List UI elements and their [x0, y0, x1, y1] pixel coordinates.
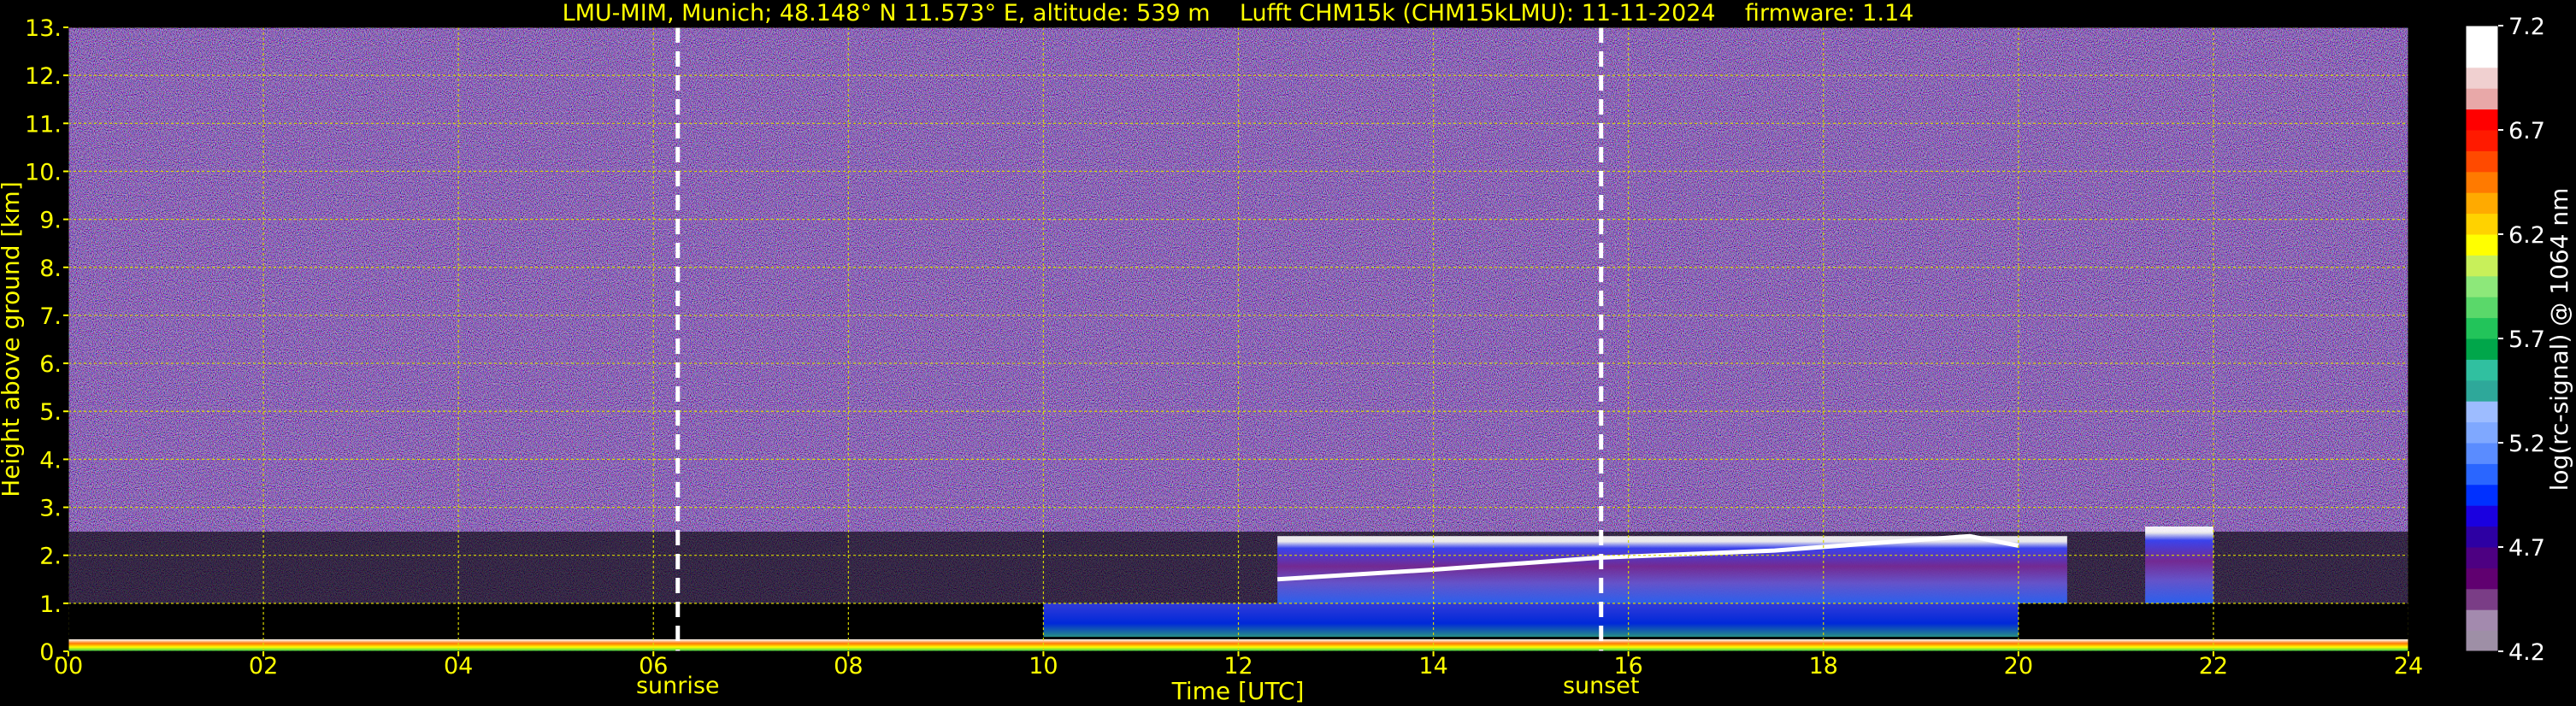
x-tick-label: 18: [1809, 653, 1838, 680]
colorbar-tick-label: 4.2: [2508, 639, 2545, 666]
y-axis-label: Height above ground [km]: [0, 181, 25, 497]
x-tick-label: 14: [1418, 653, 1447, 680]
colorbar-segment: [2466, 234, 2498, 256]
colorbar-segment: [2466, 67, 2498, 89]
colorbar-segment: [2466, 421, 2498, 444]
colorbar-segment: [2466, 275, 2498, 297]
y-tick-label: 9.: [39, 208, 62, 234]
lidar-chart: LMU-MIM, Munich; 48.148° N 11.573° E, al…: [0, 0, 2573, 705]
colorbar-segment: [2466, 297, 2498, 319]
colorbar-segment: [2466, 130, 2498, 151]
colorbar-segment: [2466, 213, 2498, 235]
colorbar-segment: [2466, 588, 2498, 610]
x-axis-label: Time [UTC]: [1171, 677, 1305, 705]
y-tick-label: 5.: [39, 399, 62, 426]
colorbar-label: log(rc-signal) @ 1064 nm: [2545, 188, 2573, 491]
colorbar-segment: [2466, 359, 2498, 381]
colorbar-segment: [2466, 609, 2498, 632]
colorbar-segment: [2466, 463, 2498, 485]
y-tick-label: 8.: [39, 256, 62, 282]
y-tick-label: 11.: [25, 111, 62, 138]
colorbar-segment: [2466, 46, 2498, 68]
colorbar-segment: [2466, 443, 2498, 464]
colorbar-segment: [2466, 109, 2498, 131]
colorbar-segment: [2466, 505, 2498, 527]
x-tick-label: 00: [54, 653, 83, 680]
y-tick-label: 13.: [25, 15, 62, 42]
aerosol-layer: [1043, 603, 2019, 638]
plot-area: [68, 27, 2408, 651]
colorbar-segment: [2466, 317, 2498, 339]
colorbar-segment: [2466, 26, 2498, 47]
x-tick-label: 12: [1223, 653, 1253, 680]
colorbar-segment: [2466, 171, 2498, 193]
colorbar-segment: [2466, 379, 2498, 402]
colorbar-segment: [2466, 192, 2498, 215]
y-tick-label: 2.: [39, 544, 62, 570]
colorbar-tick-label: 6.7: [2508, 118, 2545, 144]
y-tick-label: 10.: [25, 159, 62, 185]
colorbar-tick-label: 5.7: [2508, 327, 2545, 353]
colorbar-tick-label: 5.2: [2508, 431, 2545, 457]
colorbar-segment: [2466, 88, 2498, 110]
colorbar-segment: [2466, 484, 2498, 506]
sunset-label: sunset: [1563, 673, 1640, 699]
colorbar-segment: [2466, 547, 2498, 568]
colorbar-tick-label: 4.7: [2508, 535, 2545, 562]
colorbar-segment: [2466, 401, 2498, 423]
x-tick-label: 02: [249, 653, 278, 680]
colorbar-segment: [2466, 255, 2498, 277]
cloud-layer: [2145, 527, 2213, 603]
y-tick-label: 7.: [39, 303, 62, 330]
x-tick-label: 10: [1029, 653, 1058, 680]
x-tick-label: 22: [2199, 653, 2228, 680]
colorbar-segment: [2466, 150, 2498, 173]
colorbar-segment: [2466, 338, 2498, 360]
y-tick-label: 12.: [25, 63, 62, 90]
colorbar-segment: [2466, 630, 2498, 652]
x-tick-label: 20: [2004, 653, 2033, 680]
cloud-layer: [1277, 536, 2067, 603]
sunrise-label: sunrise: [636, 673, 720, 699]
colorbar-tick-label: 7.2: [2508, 14, 2545, 40]
y-tick-label: 6.: [39, 351, 62, 378]
y-tick-label: 3.: [39, 496, 62, 522]
colorbar-segment: [2466, 526, 2498, 548]
y-tick-label: 4.: [39, 447, 62, 474]
x-tick-label: 04: [444, 653, 473, 680]
x-tick-label: 08: [834, 653, 863, 680]
y-tick-label: 1.: [39, 591, 62, 618]
colorbar-tick-label: 6.2: [2508, 222, 2545, 249]
colorbar: 4.2 4.7 5.2 5.7 6.2 6.7 7.2 log(rc-signal) @ 1…: [2465, 14, 2573, 666]
colorbar-segment: [2466, 568, 2498, 590]
chart-title: LMU-MIM, Munich; 48.148° N 11.573° E, al…: [563, 0, 1914, 26]
x-tick-label: 24: [2394, 653, 2423, 680]
